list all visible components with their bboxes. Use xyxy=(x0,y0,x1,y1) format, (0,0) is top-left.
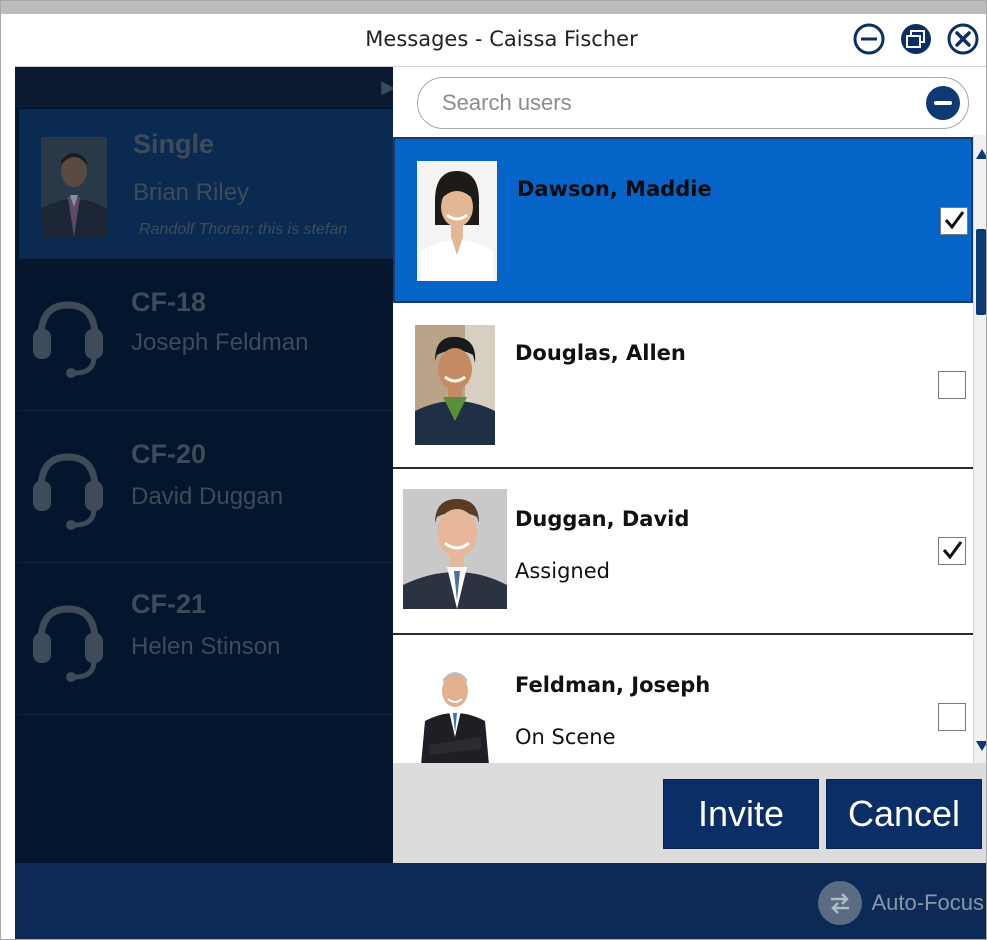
user-row[interactable]: Feldman, Joseph On Scene xyxy=(393,635,973,763)
user-list: Dawson, Maddie Douglas, Allen Duggan, Da… xyxy=(393,135,973,763)
conversation-participant: Brian Riley xyxy=(133,179,250,206)
swap-arrows-icon xyxy=(817,881,862,925)
auto-focus-toggle[interactable]: Auto-Focus xyxy=(817,881,985,925)
conversation-name: CF-21 xyxy=(131,589,207,619)
user-photo xyxy=(403,489,507,609)
conversation-list-header: ▶ xyxy=(15,67,395,107)
conversation-item[interactable]: CF-21 Helen Stinson xyxy=(19,565,395,715)
footer-bar: Auto-Focus xyxy=(15,863,986,939)
conversation-list: ▶ Single Brian Riley Randolf Thoran: thi… xyxy=(15,67,395,863)
cancel-button[interactable]: Cancel xyxy=(826,779,982,849)
minimize-icon xyxy=(853,23,885,55)
user-photo xyxy=(415,661,495,763)
checkmark-icon xyxy=(944,211,965,230)
messages-window: Messages - Caissa Fischer ▶ Single Brian… xyxy=(0,0,987,940)
checkmark-icon xyxy=(942,541,963,560)
clear-search-icon[interactable] xyxy=(926,86,960,120)
user-checkbox[interactable] xyxy=(938,537,966,565)
dialog-actions: Invite Cancel xyxy=(393,763,986,863)
avatar xyxy=(41,137,107,237)
user-name: Feldman, Joseph xyxy=(515,673,711,697)
headset-icon xyxy=(23,289,113,379)
headset-icon xyxy=(23,441,113,531)
scroll-down-arrow-icon[interactable] xyxy=(976,741,986,751)
auto-focus-label: Auto-Focus xyxy=(871,890,985,915)
user-row[interactable]: Douglas, Allen xyxy=(393,303,973,469)
user-photo xyxy=(415,325,495,445)
conversation-name: CF-18 xyxy=(131,287,207,317)
user-name: Douglas, Allen xyxy=(515,341,686,365)
user-checkbox[interactable] xyxy=(938,371,966,399)
user-checkbox[interactable] xyxy=(940,207,968,235)
user-row[interactable]: Dawson, Maddie xyxy=(393,137,973,303)
restore-icon xyxy=(901,24,931,54)
window-title: Messages - Caissa Fischer xyxy=(365,27,638,51)
invite-button[interactable]: Invite xyxy=(663,779,819,849)
conversation-participant: Joseph Feldman xyxy=(131,329,309,356)
restore-button[interactable] xyxy=(898,21,934,57)
user-status: On Scene xyxy=(515,725,616,749)
title-bar: Messages - Caissa Fischer xyxy=(15,15,986,67)
search-input[interactable] xyxy=(442,88,912,118)
conversation-participant: Helen Stinson xyxy=(131,633,281,660)
user-list-scrollbar[interactable] xyxy=(973,135,986,763)
invite-users-dialog: Dawson, Maddie xyxy=(393,67,986,863)
conversation-name: Single xyxy=(133,129,215,159)
conversation-item[interactable]: Single Brian Riley Randolf Thoran: this … xyxy=(19,109,395,259)
window-frame xyxy=(1,1,986,14)
conversation-item[interactable]: CF-18 Joseph Feldman xyxy=(19,261,395,411)
conversation-item[interactable]: CF-20 David Duggan xyxy=(19,413,395,563)
search-box xyxy=(417,77,969,129)
conversation-participant: David Duggan xyxy=(131,483,284,510)
user-photo xyxy=(417,161,497,281)
close-button[interactable] xyxy=(945,21,981,57)
user-row[interactable]: Duggan, David Assigned xyxy=(393,469,973,635)
conversation-last-message: Randolf Thoran: this is stefan xyxy=(139,221,348,238)
user-checkbox[interactable] xyxy=(938,703,966,731)
headset-icon xyxy=(23,593,113,683)
scroll-thumb[interactable] xyxy=(976,229,986,315)
user-status: Assigned xyxy=(515,559,610,583)
user-name: Dawson, Maddie xyxy=(517,177,712,201)
conversation-name: CF-20 xyxy=(131,439,207,469)
user-name: Duggan, David xyxy=(515,507,690,531)
minimize-button[interactable] xyxy=(851,21,887,57)
close-icon xyxy=(947,23,979,55)
scroll-up-arrow-icon[interactable] xyxy=(976,149,986,159)
